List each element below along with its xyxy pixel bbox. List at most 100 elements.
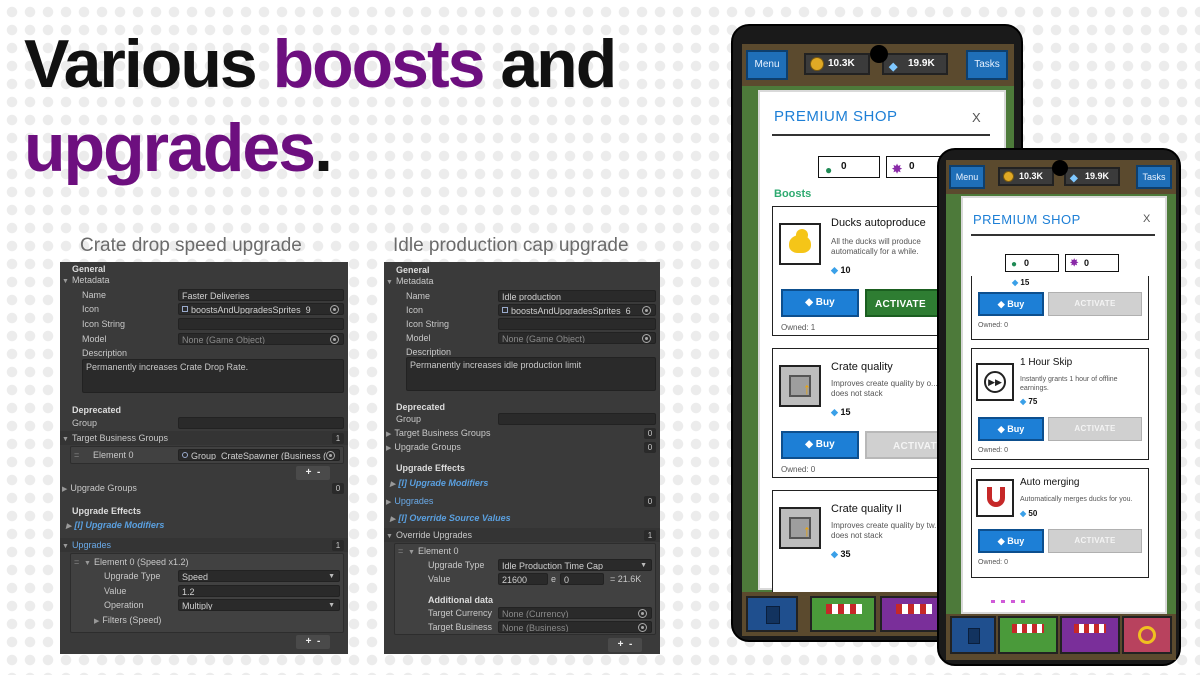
element0-foldout[interactable]: ▼ Element 0 [408, 545, 458, 559]
list-add-remove-buttons[interactable]: + - [608, 638, 642, 652]
drag-handle-icon[interactable]: = [398, 545, 403, 558]
object-picker-icon[interactable] [638, 623, 647, 632]
object-picker-icon[interactable] [326, 451, 335, 460]
list-count[interactable]: 0 [644, 442, 656, 453]
nav-slot-book[interactable] [746, 596, 798, 632]
drag-handle-icon[interactable]: = [74, 556, 79, 569]
operation-dropdown[interactable]: Multiply ▼ [178, 599, 340, 611]
remove-button[interactable]: - [317, 467, 320, 478]
metadata-foldout[interactable]: ▼ Metadata [62, 274, 109, 288]
list-count[interactable]: 0 [644, 428, 656, 439]
target-business-groups-foldout[interactable]: ▼ Target Business Groups [62, 432, 168, 446]
value-field[interactable]: 1.2 [178, 585, 340, 597]
buy-button[interactable]: ◆ Buy [781, 431, 859, 459]
card-description: Instantly grants 1 hour of offline earni… [1020, 376, 1118, 392]
object-picker-icon[interactable] [642, 306, 651, 315]
nav-slot-shop[interactable] [810, 596, 876, 632]
buy-button[interactable]: ◆ Buy [978, 292, 1044, 316]
list-count[interactable]: 0 [644, 496, 656, 507]
list-count[interactable]: 0 [332, 483, 344, 494]
add-button[interactable]: + [618, 639, 624, 650]
upgrade-type-dropdown[interactable]: Idle Production Time Cap ▼ [498, 559, 652, 571]
shop-title: PREMIUM SHOP [774, 108, 898, 125]
element0-field[interactable]: Group_CrateSpawner (Business ( [178, 449, 340, 461]
model-field[interactable]: None (Game Object) [178, 333, 344, 345]
gems-counter[interactable]: ◆ 19.9K [882, 53, 948, 75]
activate-button-disabled[interactable]: ACTIVATE [1048, 292, 1142, 316]
name-field[interactable]: Faster Deliveries [178, 289, 344, 301]
diamond-icon: ◆ [831, 407, 838, 417]
element0-speed-foldout[interactable]: ▼ Element 0 (Speed x1.2) [84, 556, 189, 570]
description-field[interactable]: Permanently increases idle production li… [406, 357, 656, 391]
upgrades-foldout[interactable]: ▶ Upgrades [386, 495, 433, 509]
buy-button[interactable]: ◆ Buy [781, 289, 859, 317]
dropdown-arrow-icon: ▼ [328, 573, 335, 580]
group-field[interactable] [498, 413, 656, 425]
override-upgrades-foldout[interactable]: ▼ Override Upgrades [386, 529, 472, 543]
group-field[interactable] [178, 417, 344, 429]
upgrade-modifiers-foldout[interactable]: ▶ [I] Upgrade Modifiers [390, 477, 488, 491]
buy-button[interactable]: ◆ Buy [978, 417, 1044, 441]
object-picker-icon[interactable] [330, 305, 339, 314]
target-business-groups-foldout[interactable]: ▶ Target Business Groups [386, 427, 490, 441]
crate-upgrade-icon: ↑ [779, 365, 821, 407]
object-picker-icon[interactable] [642, 334, 651, 343]
close-button[interactable]: X [1143, 213, 1150, 225]
boost-card: ▶▶ 1 Hour Skip Instantly grants 1 hour o… [971, 348, 1149, 460]
metadata-foldout[interactable]: ▼ Metadata [386, 275, 433, 289]
gems-counter[interactable]: ◆ 19.9K [1064, 167, 1120, 186]
override-source-values-foldout[interactable]: ▶ [I] Override Source Values [390, 512, 511, 526]
remove-button[interactable]: - [629, 639, 632, 650]
drag-handle-icon[interactable]: = [74, 449, 79, 462]
magnet-icon [976, 479, 1014, 517]
nav-slot-target[interactable] [1122, 616, 1172, 654]
remove-button[interactable]: - [317, 636, 320, 647]
list-count[interactable]: 1 [332, 540, 344, 551]
nav-slot-shop[interactable] [998, 616, 1058, 654]
buy-button[interactable]: ◆ Buy [978, 529, 1044, 553]
coins-counter[interactable]: 10.3K [998, 167, 1054, 186]
list-add-remove-buttons[interactable]: + - [296, 466, 330, 480]
coins-counter[interactable]: 10.3K [804, 53, 870, 75]
chevron-right-icon: ▶ [390, 481, 396, 488]
value-mantissa-field[interactable]: 21600 [498, 573, 548, 585]
menu-button[interactable]: Menu [746, 50, 788, 80]
filters-foldout[interactable]: ▶ Filters (Speed) [94, 614, 161, 628]
value-exponent-field[interactable]: 0 [560, 573, 604, 585]
list-count[interactable]: 1 [644, 530, 656, 541]
nav-slot-premium[interactable] [1060, 616, 1120, 654]
nav-slot-book[interactable] [950, 616, 996, 654]
tasks-button[interactable]: Tasks [966, 50, 1008, 80]
target-currency-field[interactable]: None (Currency) [498, 607, 652, 619]
upgrade-effects-header: Upgrade Effects [396, 463, 466, 473]
upgrade-type-dropdown[interactable]: Speed ▼ [178, 570, 340, 582]
name-field[interactable]: Idle production [498, 290, 656, 302]
upgrade-modifiers-foldout[interactable]: ▶ [I] Upgrade Modifiers [66, 519, 164, 533]
icon-field[interactable]: boostsAndUpgradesSprites_9 [178, 303, 344, 315]
icon-field[interactable]: boostsAndUpgradesSprites_6 [498, 304, 656, 316]
add-button[interactable]: + [306, 636, 312, 647]
icon-string-field[interactable] [498, 318, 656, 330]
object-picker-icon[interactable] [638, 609, 647, 618]
icon-string-field[interactable] [178, 318, 344, 330]
premium-shop-modal: PREMIUM SHOP X ● 0 ✸ 0 ◆ 15 ◆ Buy ACTIVATE… [961, 196, 1167, 614]
model-field[interactable]: None (Game Object) [498, 332, 656, 344]
description-field[interactable]: Permanently increases Crate Drop Rate. [82, 359, 344, 393]
icon-string-label: Icon String [406, 319, 450, 329]
object-picker-icon[interactable] [330, 335, 339, 344]
list-count[interactable]: 1 [332, 433, 344, 444]
upgrade-groups-foldout[interactable]: ▶ Upgrade Groups [62, 482, 137, 496]
additional-data-header: Additional data [428, 595, 493, 605]
upgrades-foldout[interactable]: ▼ Upgrades [62, 539, 111, 553]
add-button[interactable]: + [306, 467, 312, 478]
activate-button-disabled[interactable]: ACTIVATE [1048, 417, 1142, 441]
exponent-e-label: e [551, 574, 557, 584]
target-business-field[interactable]: None (Business) [498, 621, 652, 633]
chevron-down-icon: ▼ [386, 533, 393, 540]
menu-button[interactable]: Menu [949, 165, 985, 189]
close-button[interactable]: X [972, 110, 981, 125]
list-add-remove-buttons[interactable]: + - [296, 635, 330, 649]
activate-button-disabled[interactable]: ACTIVATE [1048, 529, 1142, 553]
upgrade-groups-foldout[interactable]: ▶ Upgrade Groups [386, 441, 461, 455]
tasks-button[interactable]: Tasks [1136, 165, 1172, 189]
